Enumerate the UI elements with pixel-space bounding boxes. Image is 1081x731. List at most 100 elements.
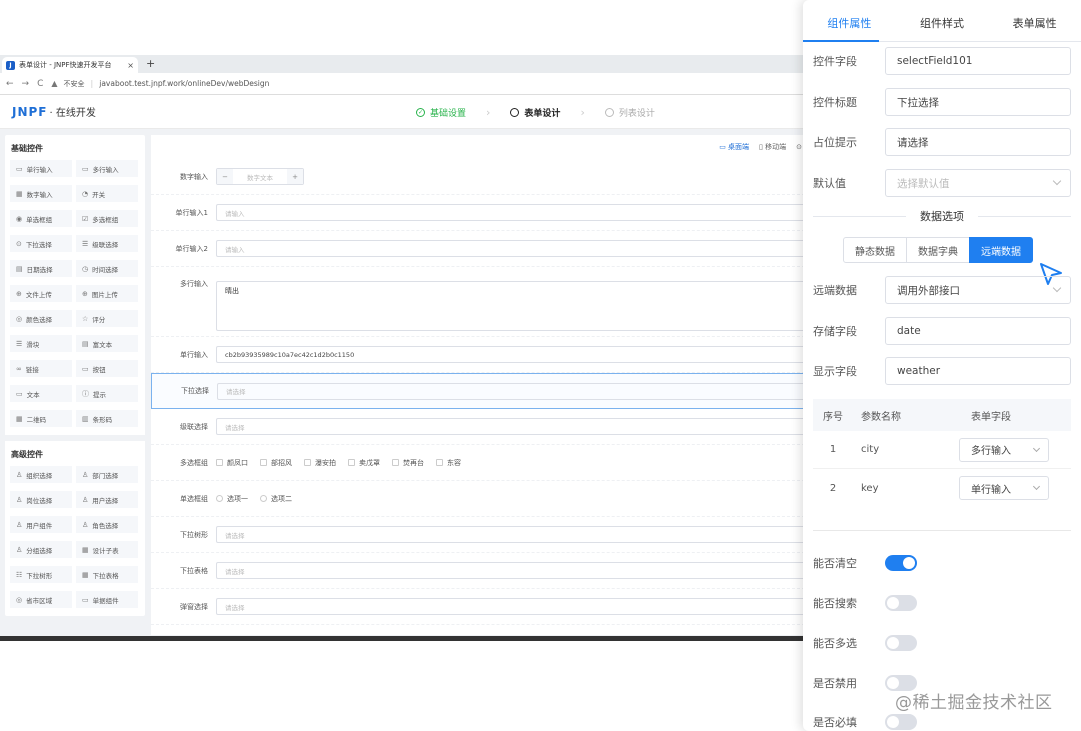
palette-item[interactable]: ▦ 二维码 [10,410,72,427]
required-toggle[interactable] [885,714,917,730]
step-list-design[interactable]: 列表设计 [604,106,655,119]
cascader-input[interactable]: 请选择 [216,418,820,435]
palette-item[interactable]: ♙ 岗位选择 [10,491,72,508]
form-row-input2[interactable]: 单行输入2 请输入 [151,231,820,267]
palette-item[interactable]: ♙ 组织选择 [10,466,72,483]
display-field-input[interactable]: weather [885,357,1071,385]
radio-option[interactable]: 选项一 [216,494,248,504]
form-row-popup[interactable]: 弹窗选择 请选择 [151,589,820,625]
form-row-id[interactable]: 单行输入 cb2b93935989c10a7ec42c1d2b0c1150 [151,337,820,373]
static-data-button[interactable]: 静态数据 [843,237,907,263]
palette-item[interactable]: ⓘ 提示 [76,385,138,402]
preview-icon[interactable]: ⊙ [796,143,802,151]
palette-item[interactable]: ♙ 角色选择 [76,516,138,533]
palette-item[interactable]: ∞ 链接 [10,360,72,377]
form-row-table[interactable]: 下拉表格 请选择 [151,553,820,589]
minus-icon[interactable]: − [217,169,233,184]
palette-item[interactable]: ▭ 单据组件 [76,591,138,608]
palette-item[interactable]: ▦ 设计子表 [76,541,138,558]
step-form-design[interactable]: 表单设计 [510,106,560,119]
palette-item[interactable]: ▤ 富文本 [76,335,138,352]
tab-component-props[interactable]: 组件属性 [803,0,896,41]
remote-data-button[interactable]: 远端数据 [969,237,1033,263]
form-row-tree[interactable]: 下拉树形 请选择 [151,517,820,553]
checkbox-option[interactable]: 东容 [436,458,461,468]
tab-close-icon[interactable]: × [127,61,134,70]
tab-component-style[interactable]: 组件样式 [896,0,989,41]
form-field-select[interactable]: 单行输入 [959,476,1049,500]
palette-item[interactable]: ▥ 条形码 [76,410,138,427]
step-basic-settings[interactable]: ✓ 基础设置 [416,106,466,119]
popup-select-input[interactable]: 请选择 [216,598,820,615]
palette-item[interactable]: ♙ 分组选择 [10,541,72,558]
radio-option[interactable]: 选项二 [260,494,292,504]
palette-item[interactable]: ▦ 数字输入 [10,185,72,202]
url-field[interactable]: javaboot.test.jnpf.work/onlineDev/webDes… [99,79,269,88]
back-icon[interactable]: ← [6,79,14,89]
palette-item[interactable]: ◉ 单选框组 [10,210,72,227]
palette-item[interactable]: ♙ 用户组件 [10,516,72,533]
palette-item[interactable]: ♙ 部门选择 [76,466,138,483]
form-row-input1[interactable]: 单行输入1 请输入 [151,195,820,231]
checkbox-option[interactable]: 卖戊罩 [348,458,380,468]
placeholder-input[interactable]: 请选择 [885,128,1071,156]
palette-item[interactable]: ⊕ 图片上传 [76,285,138,302]
form-row-cascader[interactable]: 级联选择 请选择 [151,409,820,445]
text-input[interactable]: cb2b93935989c10a7ec42c1d2b0c1150 [216,346,820,363]
palette-item[interactable]: ◷ 时间选择 [76,260,138,277]
palette-item[interactable]: ⊕ 文件上传 [10,285,72,302]
palette-item[interactable]: ☰ 滑块 [10,335,72,352]
form-field-select[interactable]: 多行输入 [959,437,1049,462]
reload-icon[interactable]: C [37,79,43,89]
mobile-view-button[interactable]: ▯ 移动端 [759,142,786,152]
plus-icon[interactable]: + [287,169,303,184]
browser-tabbar: J 表单设计 - JNPF快速开发平台 × + [0,55,820,73]
form-row-radio[interactable]: 单选框组 选项一 选项二 [151,481,820,517]
form-row-number[interactable]: 数字输入 − 数字文本 + [151,159,820,195]
remote-data-select[interactable]: 调用外部接口 [885,276,1071,304]
field-title-input[interactable]: 下拉选择 [885,88,1071,116]
select-input[interactable]: 请选择 [217,382,820,400]
dictionary-data-button[interactable]: 数据字典 [906,237,970,263]
palette-item[interactable]: ▭ 多行输入 [76,160,138,177]
table-select-input[interactable]: 请选择 [216,562,820,579]
palette-item[interactable]: ▤ 日期选择 [10,260,72,277]
text-input[interactable]: 请输入 [216,204,820,221]
number-stepper[interactable]: − 数字文本 + [216,168,304,185]
multiple-toggle[interactable] [885,635,917,651]
palette-item[interactable]: ☰ 级联选择 [76,235,138,252]
palette-item[interactable]: ◎ 颜色选择 [10,310,72,327]
palette-item[interactable]: ▭ 文本 [10,385,72,402]
default-value-select[interactable]: 选择默认值 [885,169,1071,197]
palette-item[interactable]: ◎ 省市区域 [10,591,72,608]
filterable-toggle[interactable] [885,595,917,611]
checkbox-option[interactable]: 焚再台 [392,458,424,468]
store-field-input[interactable]: date [885,317,1071,345]
palette-item[interactable]: ◔ 开关 [76,185,138,202]
checkbox-option[interactable]: 瀑安拍 [304,458,336,468]
text-input[interactable]: 请输入 [216,240,820,257]
palette-item[interactable]: ☑ 多选框组 [76,210,138,227]
tree-select-input[interactable]: 请选择 [216,526,820,543]
browser-tab[interactable]: J 表单设计 - JNPF快速开发平台 × [2,57,138,73]
checkbox-option[interactable]: 部招风 [260,458,292,468]
pc-view-button[interactable]: ▭ 桌面端 [719,142,749,152]
palette-item[interactable]: ☷ 下拉树形 [10,566,72,583]
forward-icon[interactable]: → [22,79,30,89]
palette-item[interactable]: ⊙ 下拉选择 [10,235,72,252]
checkbox-option[interactable]: 颜凤口 [216,458,248,468]
palette-item[interactable]: ☆ 评分 [76,310,138,327]
palette-item[interactable]: ▭ 按钮 [76,360,138,377]
form-row-checkbox[interactable]: 多选框组 颜凤口 部招风 瀑安拍 卖戊罩 焚再台 东容 [151,445,820,481]
textarea-input[interactable]: 晴出 [216,280,820,331]
tab-form-props[interactable]: 表单属性 [988,0,1081,41]
field-key-input[interactable]: selectField101 [885,47,1071,75]
clearable-toggle[interactable] [885,555,917,571]
palette-item[interactable]: ▭ 单行输入 [10,160,72,177]
form-row-textarea[interactable]: 多行输入 晴出 [151,267,820,337]
form-row-select-selected[interactable]: 下拉选择 请选择 [151,373,820,409]
tree-icon: ☷ [16,570,23,579]
palette-item[interactable]: ▦ 下拉表格 [76,566,138,583]
palette-item[interactable]: ♙ 用户选择 [76,491,138,508]
new-tab-button[interactable]: + [146,57,155,70]
